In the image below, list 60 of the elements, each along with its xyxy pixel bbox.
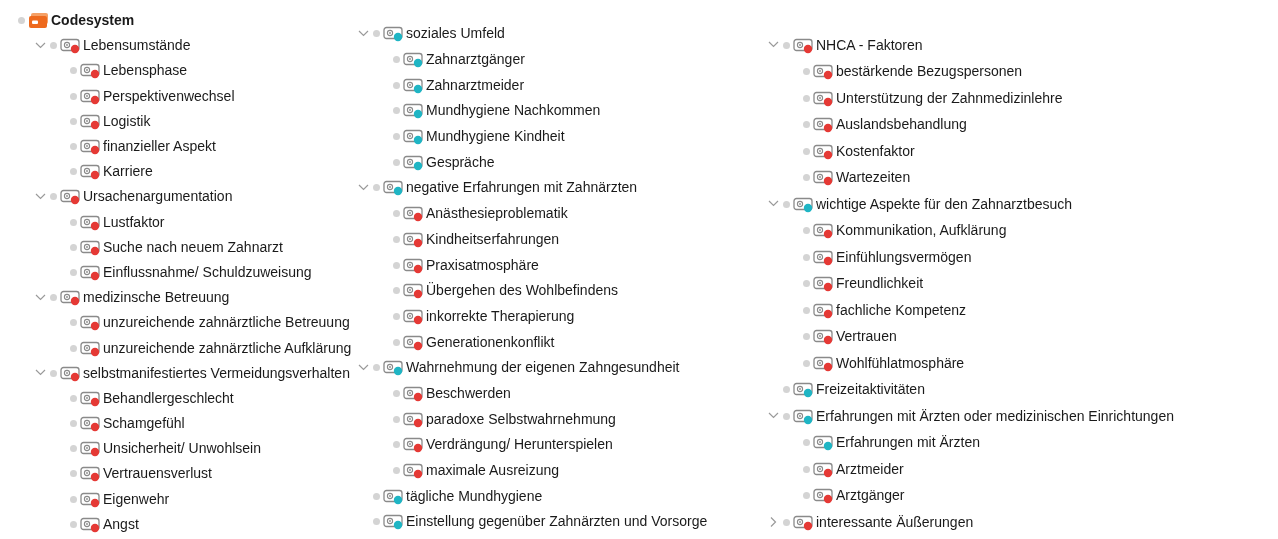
code-label[interactable]: Unterstützung der Zahnmedizinlehre [836,87,1063,109]
code-label[interactable]: Behandlergeschlecht [103,387,234,409]
code-label[interactable]: Einflussnahme/ Schuldzuweisung [103,261,312,283]
code-label[interactable]: Mundhygiene Kindheit [426,126,565,148]
code-label[interactable]: inkorrekte Therapierung [426,305,575,327]
code-label[interactable]: Generationenkonflikt [426,331,555,353]
code-label[interactable]: Angst [103,513,139,535]
code-label[interactable]: Schamgefühl [103,413,185,435]
code-label[interactable]: Logistik [103,110,151,132]
code-label[interactable]: Beschwerden [426,382,511,404]
code-label[interactable]: Wartezeiten [836,167,911,189]
code-label[interactable]: unzureichende zahnärztliche Aufklärung [103,337,352,359]
code-label[interactable]: Übergehen des Wohlbefindens [426,280,618,302]
codesystem-title[interactable]: Codesystem [51,10,135,32]
code-label[interactable]: Kommunikation, Aufklärung [836,220,1007,242]
code-label[interactable]: Wohlfühlatmosphäre [836,352,965,374]
code-label[interactable]: Eigenwehr [103,488,170,510]
code-label[interactable]: tägliche Mundhygiene [406,485,543,507]
code-label[interactable]: Lebensphase [103,60,188,82]
code-label[interactable]: Zahnarztmeider [426,74,525,96]
code-label[interactable]: unzureichende zahnärztliche Betreuung [103,312,350,334]
code-label[interactable]: Vertrauensverlust [103,463,212,485]
code-label[interactable]: Freundlichkeit [836,273,924,295]
code-label[interactable]: negative Erfahrungen mit Zahnärzten [406,177,638,199]
code-label[interactable]: Vertrauen [836,326,897,348]
code-label[interactable]: Suche nach neuem Zahnarzt [103,236,283,258]
code-label[interactable]: Karriere [103,161,153,183]
code-label[interactable]: Praxisatmosphäre [426,254,539,276]
code-label[interactable]: Einstellung gegenüber Zahnärzten und Vorsorge [406,511,708,533]
code-label[interactable]: Zahnarztgänger [426,49,525,71]
code-label[interactable]: maximale Ausreizung [426,460,560,482]
code-label[interactable]: Kindheitserfahrungen [426,228,560,250]
code-label[interactable]: Lebensumstände [83,35,191,57]
code-label[interactable]: Verdrängung/ Herunterspielen [426,434,613,456]
code-label[interactable]: Ursachenargumentation [83,186,233,208]
code-label[interactable]: Auslandsbehandlung [836,114,967,136]
code-label[interactable]: Anästhesieproblematik [426,203,568,225]
code-label[interactable]: selbstmanifestiertes Vermeidungsverhalten [83,362,350,384]
code-label[interactable]: medizinsche Betreuung [83,287,230,309]
code-label[interactable]: paradoxe Selbstwahrnehmung [426,408,616,430]
code-label[interactable]: wichtige Aspekte für den Zahnarztbesuch [816,193,1073,215]
code-label[interactable]: finanzieller Aspekt [103,136,216,158]
code-label[interactable]: Arztmeider [836,458,904,480]
code-label[interactable]: Erfahrungen mit Ärzten oder medizinischen Einrichtungen [816,405,1174,427]
code-label[interactable]: Mundhygiene Nachkommen [426,100,601,122]
code-label[interactable]: Erfahrungen mit Ärzten [836,432,980,454]
code-label[interactable]: Arztgänger [836,485,905,507]
code-label[interactable]: soziales Umfeld [406,23,505,45]
code-label[interactable]: Kostenfaktor [836,140,915,162]
code-label[interactable]: Gespräche [426,151,495,173]
code-label[interactable]: Perspektivenwechsel [103,85,235,107]
code-label[interactable]: Lustfaktor [103,211,165,233]
code-label[interactable]: Freizeitaktivitäten [816,379,925,401]
code-label[interactable]: Unsicherheit/ Unwohlsein [103,438,261,460]
code-label[interactable]: Wahrnehmung der eigenen Zahngesundheit [406,357,680,379]
code-label[interactable]: bestärkende Bezugspersonen [836,61,1023,83]
code-label[interactable]: NHCA - Faktoren [816,34,923,56]
code-label[interactable]: Einfühlungsvermögen [836,246,972,268]
code-label[interactable]: fachliche Kompetenz [836,299,966,321]
code-label[interactable]: interessante Äußerungen [816,511,974,533]
